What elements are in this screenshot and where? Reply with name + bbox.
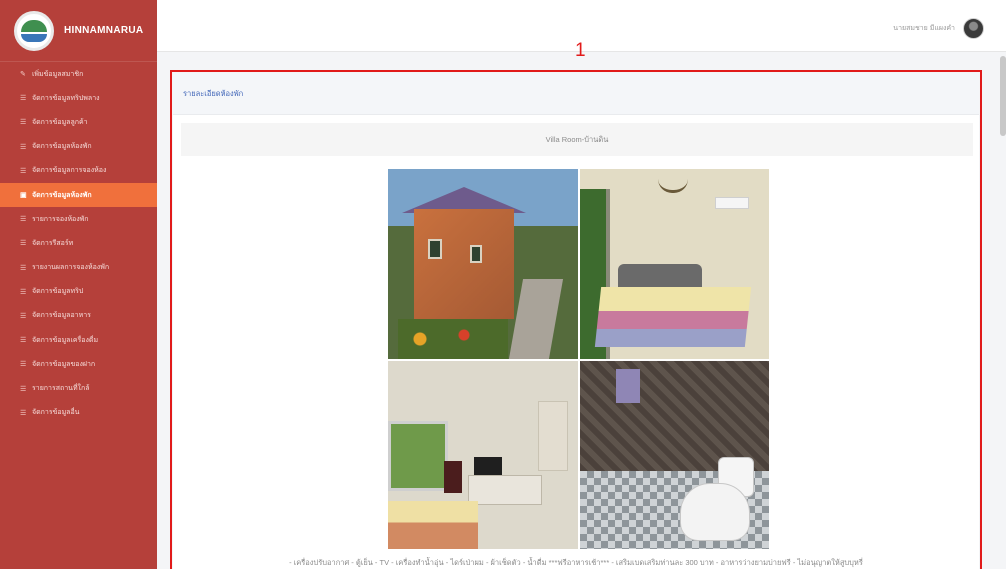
username: นายสมชาย มีแผงคำ xyxy=(893,25,955,32)
sidebar-item-label: จัดการข้อมูลลูกค้า xyxy=(32,118,88,126)
list-icon: ☰ xyxy=(20,143,27,151)
sidebar-item-add-member[interactable]: ✎ เพิ่มข้อมูลสมาชิก xyxy=(0,62,157,86)
brand-name: HINNAMNARUA xyxy=(64,25,144,36)
room-detail-card: รายละเอียดห้องพัก Villa Room-บ้านดิน - เ… xyxy=(173,73,979,569)
list-icon: ☰ xyxy=(20,95,27,103)
resort-logo-icon xyxy=(14,10,54,51)
sidebar-item-label: จัดการข้อมูลของฝาก xyxy=(32,360,96,368)
user-avatar-icon[interactable] xyxy=(963,18,984,39)
sidebar-item-label: รายการสถานที่ใกล้ xyxy=(32,385,90,393)
sidebar-item-manage-bookings[interactable]: ☰ จัดการข้อมูลการจองห้อง xyxy=(0,159,157,183)
brand[interactable]: HINNAMNARUA xyxy=(0,0,157,62)
sidebar-item-label: จัดการข้อมูลอื่น xyxy=(32,409,80,417)
sidebar-item-label: จัดการรีสอร์ท xyxy=(32,239,74,247)
sidebar-item-booking-list[interactable]: ☰ รายการจองห้องพัก xyxy=(0,207,157,231)
sidebar-item-manage-resort[interactable]: ☰ จัดการรีสอร์ท xyxy=(0,231,157,255)
exterior-photo xyxy=(388,169,578,359)
sidebar-item-label: รายงานผลการจองห้องพัก xyxy=(32,264,110,272)
list-icon: ☰ xyxy=(20,119,27,127)
card-header: รายละเอียดห้องพัก xyxy=(173,73,979,115)
sidebar-item-booking-report[interactable]: ☰ รายงานผลการจองห้องพัก xyxy=(0,256,157,280)
sidebar-item-label: จัดการข้อมูลเครื่องดื่ม xyxy=(32,336,99,344)
sidebar-item-nearby-places[interactable]: ☰ รายการสถานที่ใกล้ xyxy=(0,376,157,400)
sidebar-item-label: รายการจองห้องพัก xyxy=(32,215,89,223)
sidebar-item-drink-data[interactable]: ☰ จัดการข้อมูลเครื่องดื่ม xyxy=(0,328,157,352)
list-icon: ☰ xyxy=(20,409,27,417)
list-icon: ☰ xyxy=(20,361,27,369)
bedroom-photo xyxy=(580,169,769,359)
bathroom-photo xyxy=(580,361,769,549)
room-photo-gallery xyxy=(388,169,769,549)
sidebar-item-manage-rooms[interactable]: ☰ จัดการข้อมูลห้องพัก xyxy=(0,135,157,159)
sidebar-item-label: จัดการข้อมูลห้องพัก xyxy=(32,143,92,151)
list-icon: ☰ xyxy=(20,312,27,320)
sidebar-item-label: เพิ่มข้อมูลสมาชิก xyxy=(32,70,84,78)
sidebar-item-room-details[interactable]: ▣ จัดการข้อมูลห้องพัก xyxy=(0,182,157,208)
list-icon: ☰ xyxy=(20,337,27,345)
list-icon: ☰ xyxy=(20,167,27,175)
sidebar-item-souvenir-data[interactable]: ☰ จัดการข้อมูลของฝาก xyxy=(0,352,157,376)
user-menu[interactable]: นายสมชาย มีแผงคำ xyxy=(893,18,984,39)
pencil-icon: ✎ xyxy=(20,71,26,79)
sidebar-item-food-data[interactable]: ☰ จัดการข้อมูลอาหาร xyxy=(0,304,157,328)
sidebar-item-manage-trips[interactable]: ☰ จัดการข้อมูลทริปพลาง xyxy=(0,86,157,110)
room-title: Villa Room-บ้านดิน xyxy=(545,134,609,144)
room-interior-photo xyxy=(388,361,578,549)
room-amenities-text: - เครื่องปรับอากาศ - ตู้เย็น - TV - เครื… xyxy=(289,558,863,567)
list-icon: ☰ xyxy=(20,216,27,224)
sidebar-item-manage-customers[interactable]: ☰ จัดการข้อมูลลูกค้า xyxy=(0,110,157,134)
annotation-label: 1 xyxy=(575,40,586,61)
sidebar-item-label: จัดการข้อมูลห้องพัก xyxy=(32,191,92,199)
sidebar-item-trip-data[interactable]: ☰ จัดการข้อมูลทริป xyxy=(0,280,157,304)
bed-icon: ▣ xyxy=(20,192,27,200)
sidebar-menu: ✎ เพิ่มข้อมูลสมาชิก ☰ จัดการข้อมูลทริปพลาง… xyxy=(0,62,157,425)
card-title: รายละเอียดห้องพัก xyxy=(183,88,244,98)
page-scrollbar[interactable] xyxy=(1000,56,1006,136)
list-icon: ☰ xyxy=(20,385,27,393)
sidebar-item-label: จัดการข้อมูลการจองห้อง xyxy=(32,167,107,175)
sidebar-item-label: จัดการข้อมูลทริป xyxy=(32,288,84,296)
room-title-bar: Villa Room-บ้านดิน xyxy=(181,123,973,156)
sidebar-item-label: จัดการข้อมูลอาหาร xyxy=(32,312,91,320)
sidebar-item-other-data[interactable]: ☰ จัดการข้อมูลอื่น xyxy=(0,401,157,425)
list-icon: ☰ xyxy=(20,264,27,272)
list-icon: ☰ xyxy=(20,240,27,248)
sidebar-item-label: จัดการข้อมูลทริปพลาง xyxy=(32,94,100,102)
sidebar: HINNAMNARUA ✎ เพิ่มข้อมูลสมาชิก ☰ จัดการข้… xyxy=(0,0,157,569)
list-icon: ☰ xyxy=(20,288,27,296)
